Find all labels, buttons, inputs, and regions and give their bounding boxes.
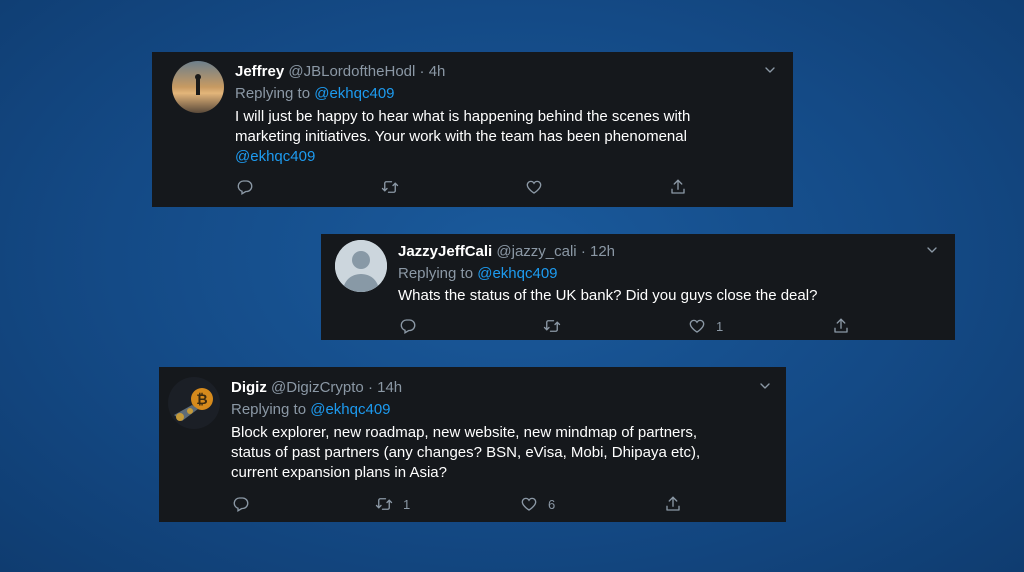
like-button[interactable]: 1 xyxy=(688,317,723,335)
retweet-button[interactable] xyxy=(543,317,561,335)
tweet-card[interactable]: JazzyJeffCali @jazzy_cali · 12h Replying… xyxy=(321,234,955,340)
avatar[interactable] xyxy=(335,240,387,292)
username[interactable]: @DigizCrypto xyxy=(271,379,364,396)
avatar-image: ₿ xyxy=(168,377,220,429)
separator-dot: · xyxy=(367,379,373,396)
like-button[interactable] xyxy=(525,178,543,196)
replying-label: Replying to xyxy=(398,265,474,282)
like-icon xyxy=(520,495,538,513)
tweet-text: Block explorer, new roadmap, new website… xyxy=(231,423,776,483)
display-name[interactable]: JazzyJeffCali xyxy=(398,243,492,260)
share-button[interactable] xyxy=(832,317,850,335)
chevron-down-icon[interactable] xyxy=(924,242,940,258)
chevron-down-icon[interactable] xyxy=(762,62,778,78)
tweet-header: JazzyJeffCali @jazzy_cali · 12h xyxy=(398,243,615,260)
chevron-down-icon[interactable] xyxy=(757,378,773,394)
like-icon xyxy=(525,178,543,196)
avatar[interactable]: ₿ xyxy=(168,377,220,429)
tweet-header: Jeffrey @JBLordoftheHodl · 4h xyxy=(235,63,445,80)
tweet-text-line: current expansion plans in Asia? xyxy=(231,464,447,481)
avatar-photo xyxy=(172,61,224,113)
share-icon xyxy=(664,495,682,513)
tweet-header: Digiz @DigizCrypto · 14h xyxy=(231,379,402,396)
like-count: 6 xyxy=(548,496,556,512)
separator-dot: · xyxy=(419,63,425,80)
tweet-text-line: status of past partners (any changes? BS… xyxy=(231,444,701,461)
replying-to: Replying to @ekhqc409 xyxy=(231,401,391,418)
share-button[interactable] xyxy=(669,178,687,196)
like-count: 1 xyxy=(716,318,724,334)
like-button[interactable]: 6 xyxy=(520,495,555,513)
default-avatar-icon xyxy=(335,240,387,292)
display-name[interactable]: Digiz xyxy=(231,379,267,396)
replying-label: Replying to xyxy=(235,85,311,102)
reply-button[interactable] xyxy=(399,317,417,335)
tweet-card[interactable]: Jeffrey @JBLordoftheHodl · 4h Replying t… xyxy=(152,52,793,207)
reply-button[interactable] xyxy=(236,178,254,196)
retweet-button[interactable]: 1 xyxy=(375,495,410,513)
separator-dot: · xyxy=(580,243,586,260)
tweet-text-line: I will just be happy to hear what is hap… xyxy=(235,108,691,125)
timestamp[interactable]: 14h xyxy=(377,379,402,396)
username[interactable]: @JBLordoftheHodl xyxy=(288,63,415,80)
retweet-icon xyxy=(543,317,561,335)
share-button[interactable] xyxy=(664,495,682,513)
tweet-text: Whats the status of the UK bank? Did you… xyxy=(398,286,938,306)
like-icon xyxy=(688,317,706,335)
display-name[interactable]: Jeffrey xyxy=(235,63,284,80)
timestamp[interactable]: 4h xyxy=(429,63,446,80)
share-icon xyxy=(669,178,687,196)
timestamp[interactable]: 12h xyxy=(590,243,615,260)
reply-icon xyxy=(232,495,250,513)
retweet-icon xyxy=(381,178,399,196)
tweet-card[interactable]: ₿ Digiz @DigizCrypto · 14h Replying to @… xyxy=(159,367,786,522)
tweet-text-line: Block explorer, new roadmap, new website… xyxy=(231,424,698,441)
retweet-button[interactable] xyxy=(381,178,399,196)
replying-to: Replying to @ekhqc409 xyxy=(398,265,558,282)
retweet-icon xyxy=(375,495,393,513)
reply-icon xyxy=(399,317,417,335)
replying-mention-link[interactable]: @ekhqc409 xyxy=(314,85,394,102)
tweet-text: I will just be happy to hear what is hap… xyxy=(235,107,775,167)
username[interactable]: @jazzy_cali xyxy=(496,243,576,260)
replying-mention-link[interactable]: @ekhqc409 xyxy=(310,401,390,418)
replying-to: Replying to @ekhqc409 xyxy=(235,85,395,102)
avatar[interactable] xyxy=(172,61,224,113)
replying-label: Replying to xyxy=(231,401,307,418)
share-icon xyxy=(832,317,850,335)
reply-icon xyxy=(236,178,254,196)
svg-text:₿: ₿ xyxy=(196,392,207,408)
retweet-count: 1 xyxy=(403,496,411,512)
tweet-mention-link[interactable]: @ekhqc409 xyxy=(235,147,775,167)
reply-button[interactable] xyxy=(232,495,250,513)
tweet-text-line: Whats the status of the UK bank? Did you… xyxy=(398,287,818,304)
tweet-text-line: marketing initiatives. Your work with th… xyxy=(235,128,687,145)
replying-mention-link[interactable]: @ekhqc409 xyxy=(477,265,557,282)
